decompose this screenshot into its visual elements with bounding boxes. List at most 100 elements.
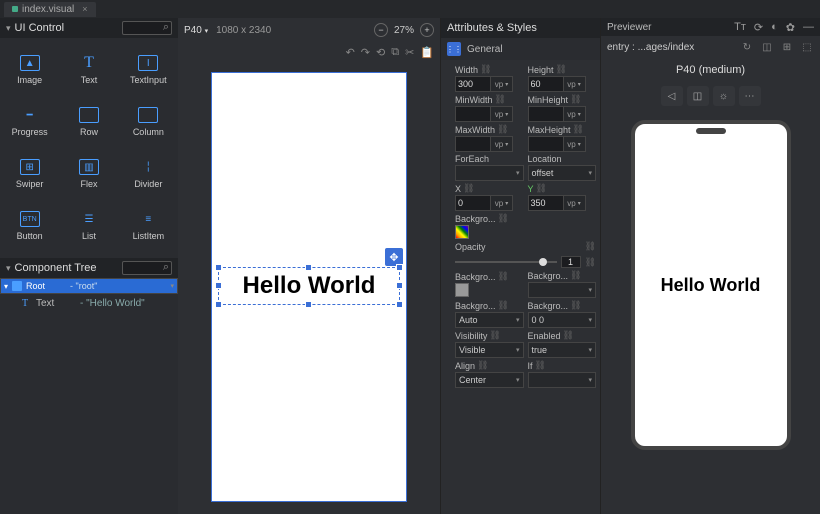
split-button[interactable]: ◫: [687, 86, 709, 106]
link-icon[interactable]: ⛓: [585, 241, 596, 252]
component-tree-header[interactable]: ▾ Component Tree: [0, 258, 178, 278]
bgpos-select[interactable]: 0 0: [528, 312, 597, 328]
x-input[interactable]: vp: [455, 195, 524, 211]
palette-flex[interactable]: ▥Flex: [59, 148, 118, 200]
link-icon[interactable]: ⛓: [463, 183, 474, 194]
palette-row[interactable]: Row: [59, 96, 118, 148]
palette-listitem[interactable]: ≡ListItem: [119, 200, 178, 252]
resize-handle[interactable]: [305, 301, 312, 308]
palette-divider[interactable]: ╎Divider: [119, 148, 178, 200]
palette-column[interactable]: Column: [119, 96, 178, 148]
maxheight-input[interactable]: vp: [528, 136, 597, 152]
palette-swiper[interactable]: ⊞Swiper: [0, 148, 59, 200]
location-select[interactable]: offset: [528, 165, 597, 181]
undo-icon[interactable]: ↶: [346, 46, 355, 59]
column-icon: [138, 107, 158, 123]
color-swatch[interactable]: [455, 225, 469, 239]
canvas-viewport[interactable]: ✥ Hello World: [178, 62, 440, 514]
selected-element[interactable]: ✥ Hello World: [218, 267, 400, 305]
palette-textinput[interactable]: ITextInput: [119, 44, 178, 96]
palette-progress[interactable]: ━Progress: [0, 96, 59, 148]
rotate-icon[interactable]: ⟲: [376, 46, 385, 59]
link-icon[interactable]: ⛓: [585, 257, 596, 268]
link-icon[interactable]: ⛓: [477, 360, 488, 371]
tab-label: index.visual: [22, 4, 74, 15]
link-icon[interactable]: ⛓: [573, 124, 584, 135]
redo-icon[interactable]: ↷: [361, 46, 370, 59]
refresh-icon[interactable]: ⟳: [754, 21, 763, 34]
palette-image[interactable]: ▲Image: [0, 44, 59, 96]
resize-handle[interactable]: [396, 301, 403, 308]
tab-index-visual[interactable]: index.visual ×: [4, 2, 96, 17]
theme-icon[interactable]: ◐: [771, 21, 778, 34]
search-input[interactable]: [122, 261, 172, 275]
tree-row-root[interactable]: ▾ Root - "root": [0, 278, 178, 294]
settings-icon[interactable]: ✿: [786, 21, 795, 34]
text-size-icon[interactable]: Tᴛ: [734, 21, 746, 34]
resize-handle[interactable]: [396, 264, 403, 271]
palette-list[interactable]: ☰List: [59, 200, 118, 252]
bgrepeat-select[interactable]: [528, 282, 597, 298]
minheight-input[interactable]: vp: [528, 106, 597, 122]
link-icon[interactable]: ⛓: [563, 330, 574, 341]
opacity-input[interactable]: [561, 256, 581, 268]
if-select[interactable]: [528, 372, 597, 388]
link-icon[interactable]: ⛓: [556, 64, 567, 75]
link-icon[interactable]: ⛓: [497, 124, 508, 135]
resize-handle[interactable]: [396, 282, 403, 289]
tree-row-text[interactable]: T Text - "Hello World": [0, 294, 178, 312]
grid-icon[interactable]: ⊞: [780, 40, 794, 54]
row-icon: [79, 107, 99, 123]
device-frame[interactable]: ✥ Hello World: [211, 72, 407, 502]
zoom-in-button[interactable]: +: [420, 23, 434, 37]
minimize-icon[interactable]: —: [803, 21, 814, 34]
link-icon[interactable]: ⛓: [489, 330, 500, 341]
foreach-select[interactable]: [455, 165, 524, 181]
cube-icon[interactable]: ⬚: [800, 40, 814, 54]
enabled-select[interactable]: true: [528, 342, 597, 358]
attributes-section[interactable]: ⋮⋮ General: [441, 38, 600, 60]
paste-icon[interactable]: 📋: [420, 46, 434, 59]
y-input[interactable]: vp: [528, 195, 597, 211]
link-icon[interactable]: ⛓: [536, 183, 547, 194]
link-icon[interactable]: ⛓: [570, 94, 581, 105]
visibility-select[interactable]: Visible: [455, 342, 524, 358]
minwidth-input[interactable]: vp: [455, 106, 524, 122]
link-icon[interactable]: ⛓: [498, 213, 509, 224]
link-icon[interactable]: ⛓: [570, 270, 581, 281]
copy-icon[interactable]: ⧉: [391, 46, 399, 59]
align-select[interactable]: Center: [455, 372, 524, 388]
link-icon[interactable]: ⛓: [498, 300, 509, 311]
section-title: General: [467, 44, 503, 55]
resize-handle[interactable]: [215, 264, 222, 271]
more-button[interactable]: ⋯: [739, 86, 761, 106]
attributes-body: Width⛓ vp Height⛓ vp MinWidth⛓ vp MinHei…: [441, 60, 600, 514]
image-swatch[interactable]: [455, 283, 469, 297]
reload-icon[interactable]: ↻: [740, 40, 754, 54]
device-select[interactable]: P40 ▾: [184, 25, 208, 36]
link-icon[interactable]: ⛓: [480, 64, 491, 75]
preview-phone[interactable]: Hello World: [631, 120, 791, 450]
back-button[interactable]: ◁: [661, 86, 683, 106]
maxwidth-input[interactable]: vp: [455, 136, 524, 152]
link-icon[interactable]: ⛓: [570, 300, 581, 311]
opacity-slider[interactable]: [455, 261, 557, 263]
brightness-button[interactable]: ☼: [713, 86, 735, 106]
search-input[interactable]: [122, 21, 172, 35]
resize-handle[interactable]: [305, 264, 312, 271]
layers-icon[interactable]: ◫: [760, 40, 774, 54]
palette-button[interactable]: BTNButton: [0, 200, 59, 252]
link-icon[interactable]: ⛓: [498, 271, 509, 282]
resize-handle[interactable]: [215, 301, 222, 308]
cut-icon[interactable]: ✂: [405, 46, 414, 59]
link-icon[interactable]: ⛓: [535, 360, 546, 371]
width-input[interactable]: vp: [455, 76, 524, 92]
resize-handle[interactable]: [215, 282, 222, 289]
height-input[interactable]: vp: [528, 76, 597, 92]
bgsize-select[interactable]: Auto: [455, 312, 524, 328]
zoom-out-button[interactable]: −: [374, 23, 388, 37]
palette-text[interactable]: TText: [59, 44, 118, 96]
link-icon[interactable]: ⛓: [495, 94, 506, 105]
ui-control-header[interactable]: ▾ UI Control: [0, 18, 178, 38]
close-icon[interactable]: ×: [82, 4, 87, 14]
